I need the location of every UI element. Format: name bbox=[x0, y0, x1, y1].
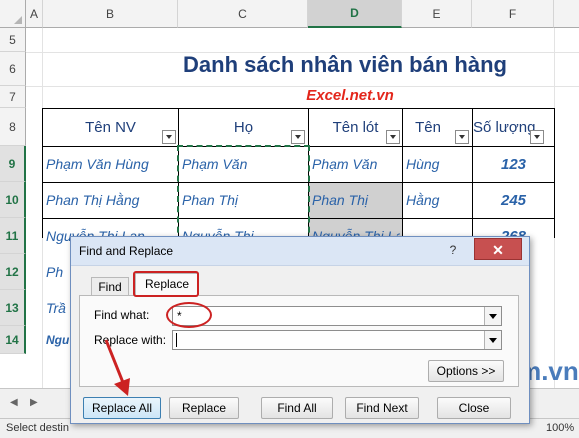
annotation-arrow-icon bbox=[104, 339, 130, 396]
annotation-tab-highlight bbox=[133, 271, 199, 297]
